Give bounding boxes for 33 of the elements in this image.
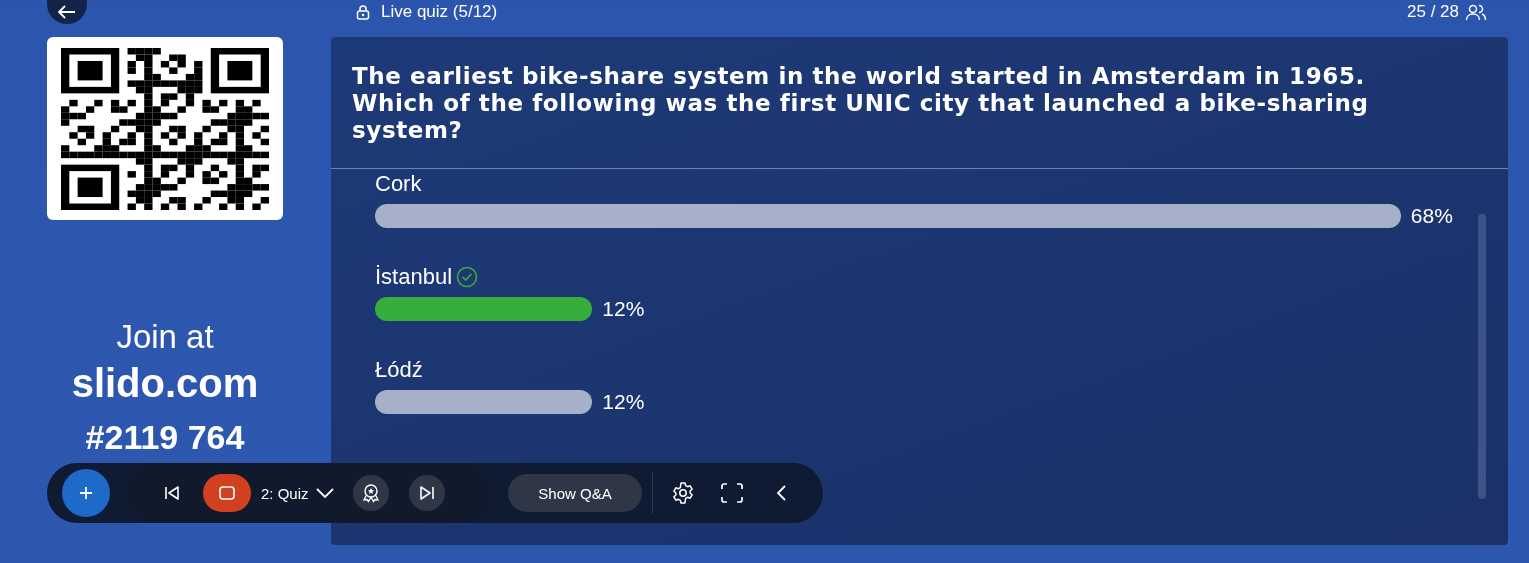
join-label: Join at [116, 318, 214, 356]
answer-label: Łódź [375, 357, 423, 383]
event-code: #2119 764 [85, 417, 245, 458]
plus-icon [78, 485, 94, 501]
answer-percent: 68% [1410, 204, 1453, 228]
award-button[interactable] [352, 475, 389, 511]
answer-label: İstanbul [375, 264, 453, 290]
answer-percent: 12% [602, 297, 645, 321]
quiz-title: Live quiz (5/12) [381, 2, 498, 22]
add-button[interactable] [62, 469, 110, 517]
scrollbar[interactable] [1478, 214, 1486, 499]
answer-label: Cork [375, 171, 422, 197]
settings-icon [671, 481, 695, 505]
show-qa-button[interactable]: Show Q&A [508, 474, 642, 512]
skip-back-icon [163, 484, 181, 502]
next-button[interactable] [408, 475, 445, 511]
lock-icon [355, 4, 371, 20]
skip-next-icon [417, 484, 436, 502]
stop-icon [219, 486, 235, 500]
answer-percent: 12% [602, 390, 645, 414]
award-icon [360, 483, 381, 503]
arrow-left-icon [58, 5, 76, 19]
question-text: The earliest bike-share system in the world started in Amsterdam in 1965. Which of the following was the first UNIC city that launched a bike-sharing system? [331, 37, 1508, 169]
join-site: slido.com [71, 360, 259, 407]
chevron-left-icon [775, 484, 787, 502]
back-button[interactable] [47, 0, 87, 24]
check-circle-icon [456, 266, 479, 288]
slide-selector[interactable]: 2: Quiz [261, 484, 335, 502]
chevron-down-icon [314, 487, 335, 499]
fullscreen-icon [721, 483, 743, 503]
participant-count: 25 / 28 [1407, 2, 1459, 22]
people-icon [1465, 3, 1487, 21]
stop-button[interactable] [203, 474, 251, 512]
